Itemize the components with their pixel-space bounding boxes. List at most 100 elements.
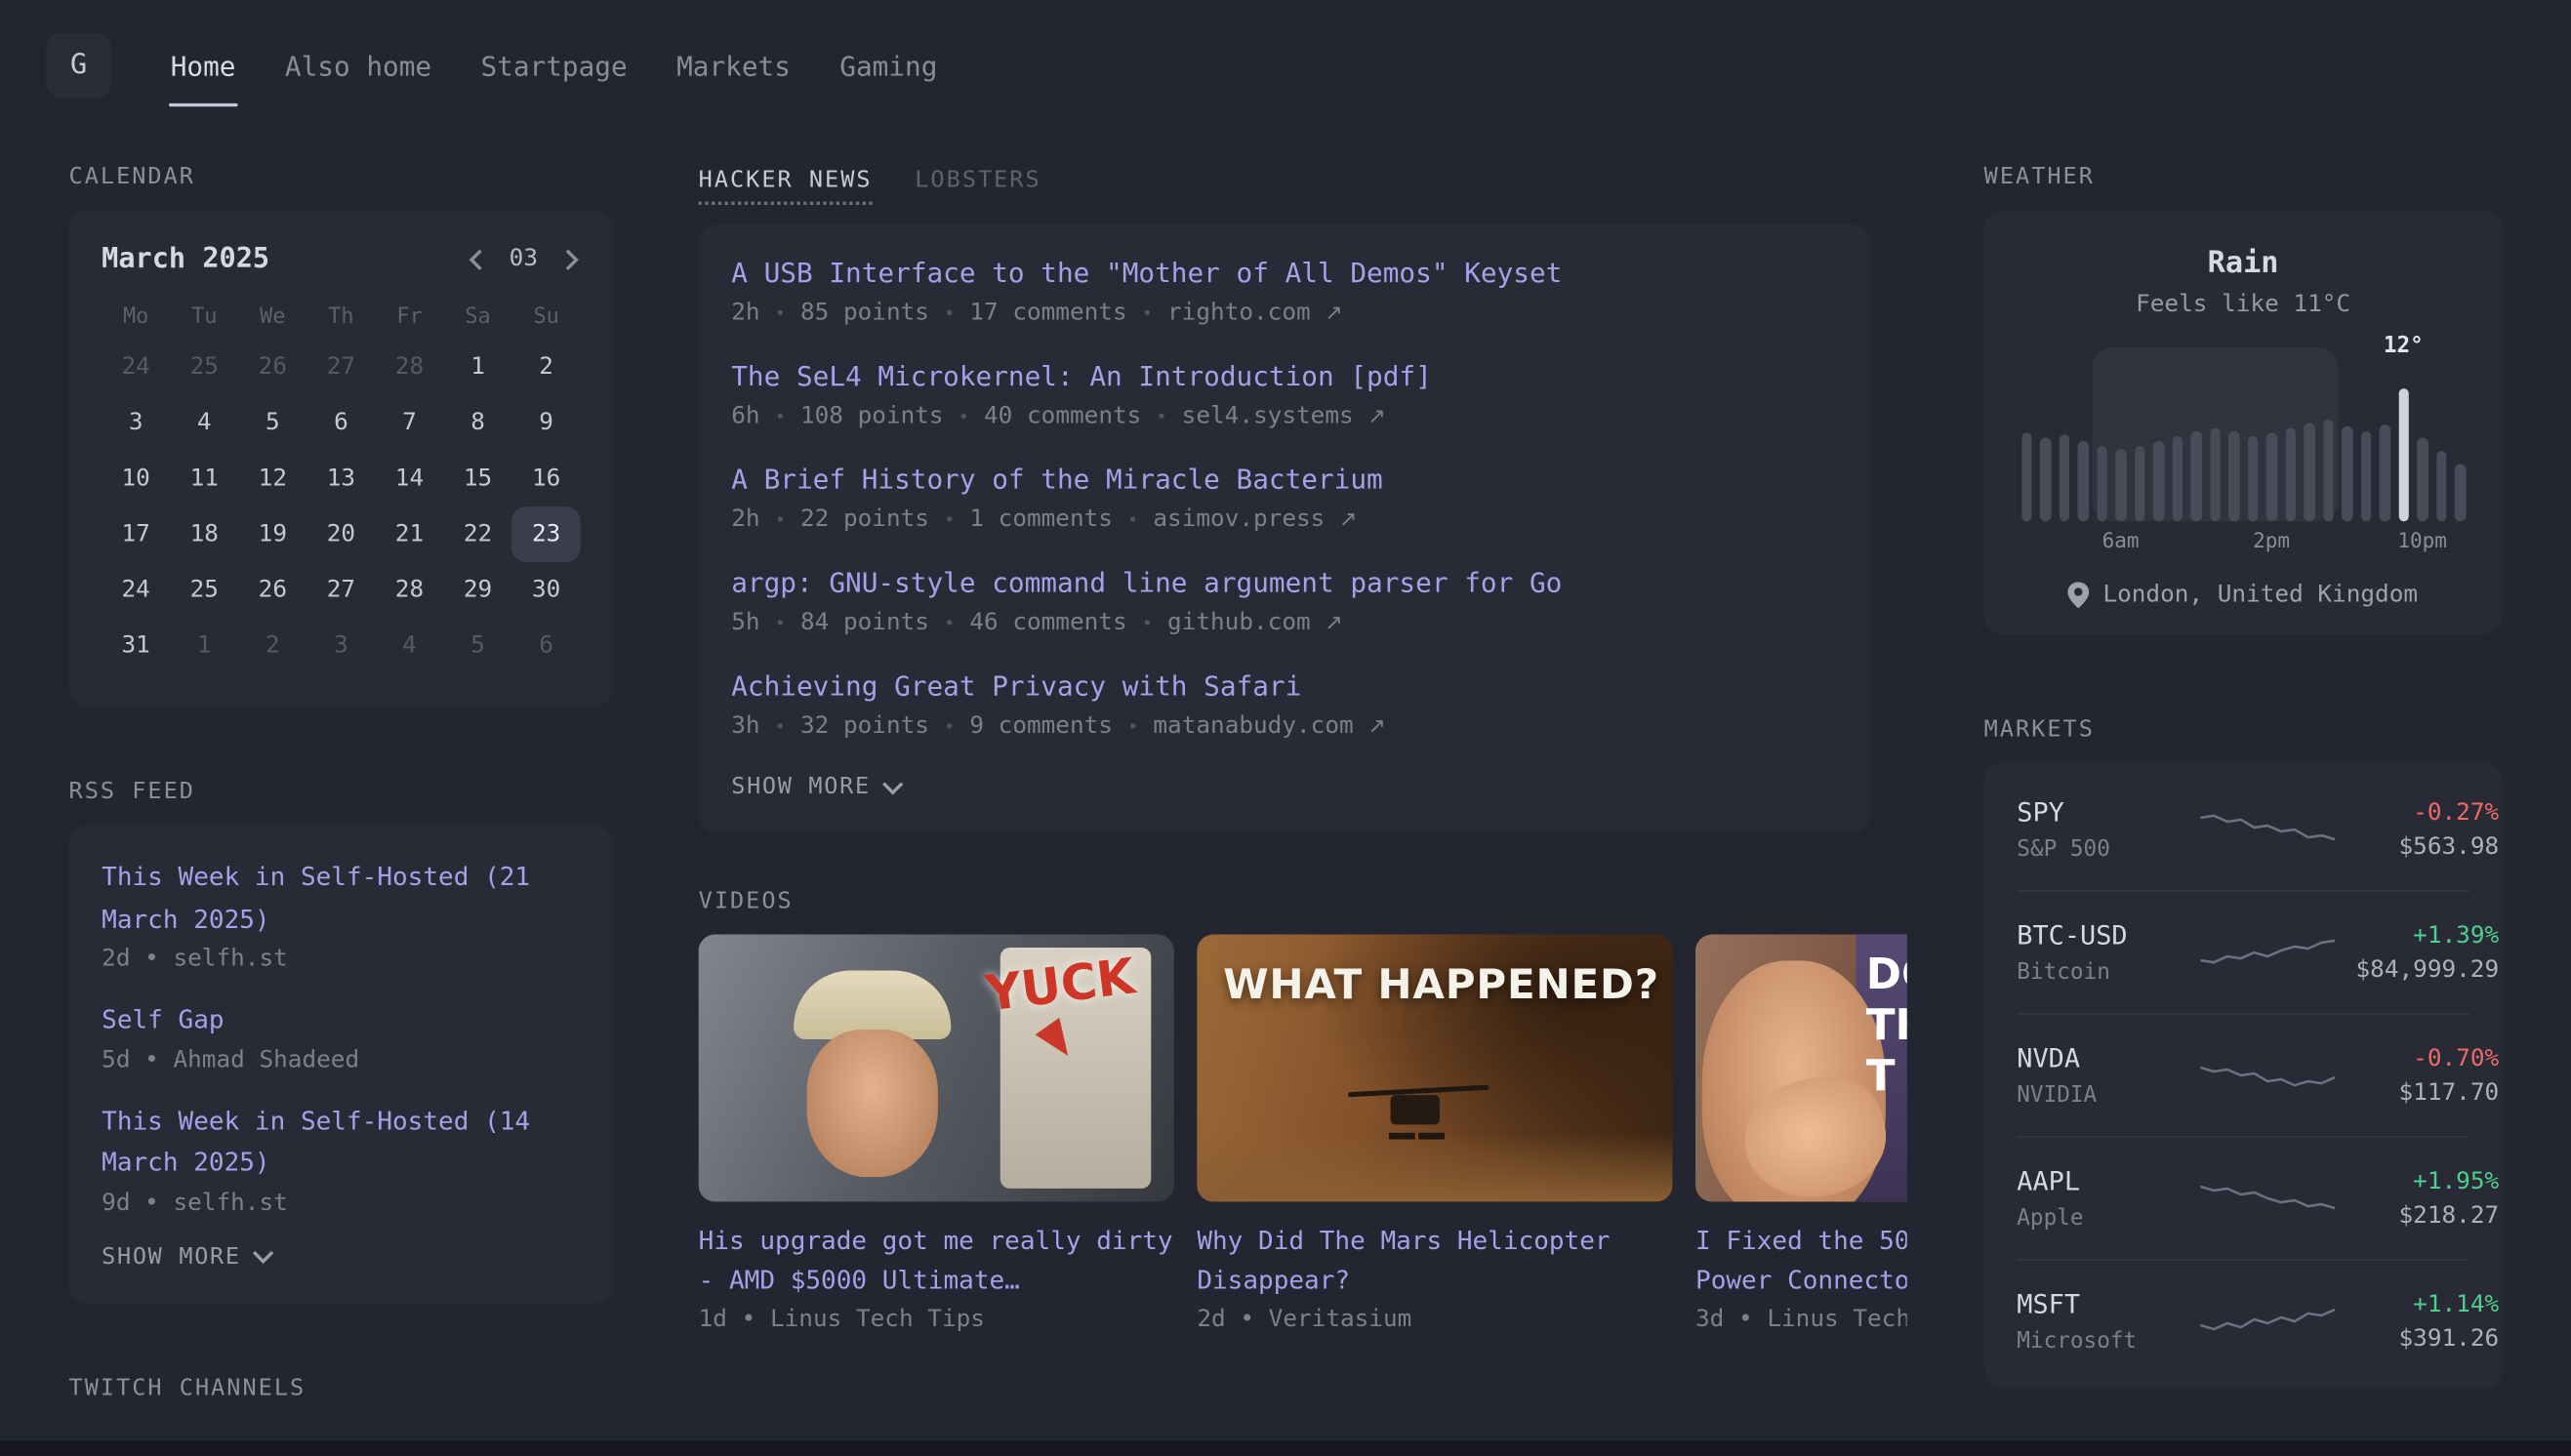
calendar-day[interactable]: 26 <box>238 562 306 618</box>
calendar-day[interactable]: 22 <box>444 506 512 562</box>
news-item-source-link[interactable]: righto.com ↗ <box>1167 300 1343 326</box>
external-link-icon: ↗ <box>1325 302 1342 326</box>
video-thumbnail[interactable]: YUCK <box>699 935 1174 1202</box>
news-item-title[interactable]: Achieving Great Privacy with Safari <box>731 670 1838 702</box>
calendar-day[interactable]: 2 <box>238 618 306 673</box>
news-meta-value: 5h <box>731 610 759 636</box>
calendar-day[interactable]: 24 <box>102 340 170 395</box>
calendar-day-selected[interactable]: 23 <box>512 506 581 562</box>
calendar-day[interactable]: 11 <box>170 451 238 506</box>
calendar-section: CALENDAR March 2025 03 MoTuWeThFrSaSu 24… <box>69 164 614 707</box>
tab-hacker-news[interactable]: HACKER NEWS <box>699 167 873 205</box>
video-thumbnail[interactable]: DO TH T <box>1695 935 1907 1202</box>
market-row-nvda[interactable]: NVDANVIDIA-0.70%$117.70 <box>2017 1013 2469 1136</box>
calendar-day[interactable]: 14 <box>375 451 443 506</box>
calendar-day[interactable]: 10 <box>102 451 170 506</box>
markets-section: MARKETS SPYS&P 500-0.27%$563.98BTC-USDBi… <box>1984 716 2503 1389</box>
calendar-day[interactable]: 26 <box>238 340 306 395</box>
calendar-day[interactable]: 4 <box>375 618 443 673</box>
calendar-day[interactable]: 1 <box>170 618 238 673</box>
bullet-separator: • <box>775 715 786 737</box>
calendar-day[interactable]: 30 <box>512 562 581 618</box>
news-item-source-link[interactable]: github.com ↗ <box>1167 610 1343 636</box>
calendar-prev-button[interactable] <box>467 247 491 271</box>
calendar-day[interactable]: 12 <box>238 451 306 506</box>
video-card: WHAT HAPPENED? Why Did The Mars Helicopte… <box>1197 935 1672 1333</box>
calendar-day[interactable]: 25 <box>170 562 238 618</box>
calendar-day[interactable]: 19 <box>238 506 306 562</box>
calendar-day[interactable]: 5 <box>444 618 512 673</box>
calendar-day[interactable]: 20 <box>306 506 375 562</box>
nav-tab-markets[interactable]: Markets <box>676 0 791 131</box>
weather-hour-bar <box>2097 446 2107 521</box>
market-sparkline <box>2200 805 2335 854</box>
calendar-day[interactable]: 1 <box>444 340 512 395</box>
calendar-day[interactable]: 18 <box>170 506 238 562</box>
nav-tab-home[interactable]: Home <box>171 0 236 131</box>
market-price: $218.27 <box>2335 1202 2499 1229</box>
nav-tab-startpage[interactable]: Startpage <box>480 0 627 131</box>
calendar-month-number: 03 <box>510 246 538 272</box>
calendar-day[interactable]: 24 <box>102 562 170 618</box>
calendar-day[interactable]: 25 <box>170 340 238 395</box>
news-item-source-link[interactable]: asimov.press ↗ <box>1153 506 1357 533</box>
markets-widget: SPYS&P 500-0.27%$563.98BTC-USDBitcoin+1.… <box>1984 762 2503 1389</box>
market-row-btc-usd[interactable]: BTC-USDBitcoin+1.39%$84,999.29 <box>2017 890 2469 1013</box>
rss-item-link[interactable]: This Week in Self-Hosted (21 March 2025) <box>102 858 581 942</box>
news-show-more-button[interactable]: SHOW MORE <box>731 774 1838 800</box>
calendar-day[interactable]: 27 <box>306 340 375 395</box>
tab-lobsters[interactable]: LOBSTERS <box>915 167 1041 193</box>
market-sparkline <box>2200 1297 2335 1346</box>
market-quote-block: +1.14%$391.26 <box>2335 1291 2499 1352</box>
news-item: Achieving Great Privacy with Safari3h•32… <box>731 670 1838 740</box>
app-logo[interactable]: G <box>46 33 111 99</box>
calendar-day[interactable]: 9 <box>512 395 581 451</box>
calendar-day[interactable]: 31 <box>102 618 170 673</box>
calendar-day[interactable]: 28 <box>375 340 443 395</box>
calendar-day[interactable]: 28 <box>375 562 443 618</box>
video-title-link[interactable]: I Fixed the 5090's Melting Power Connect… <box>1695 1222 1907 1301</box>
rss-section: RSS FEED This Week in Self-Hosted (21 Ma… <box>69 779 614 1303</box>
calendar-day[interactable]: 27 <box>306 562 375 618</box>
nav-tab-gaming[interactable]: Gaming <box>839 0 937 131</box>
calendar-day[interactable]: 21 <box>375 506 443 562</box>
calendar-day[interactable]: 3 <box>102 395 170 451</box>
calendar-day[interactable]: 7 <box>375 395 443 451</box>
video-thumbnail[interactable]: WHAT HAPPENED? <box>1197 935 1672 1202</box>
calendar-day[interactable]: 29 <box>444 562 512 618</box>
news-meta-value: 1 comments <box>969 506 1113 533</box>
bullet-separator: • <box>775 509 786 531</box>
calendar-day[interactable]: 3 <box>306 618 375 673</box>
video-title-link[interactable]: Why Did The Mars Helicopter Disappear? <box>1197 1222 1672 1301</box>
news-item-title[interactable]: A USB Interface to the "Mother of All De… <box>731 258 1838 289</box>
calendar-day[interactable]: 15 <box>444 451 512 506</box>
calendar-day[interactable]: 4 <box>170 395 238 451</box>
calendar-day[interactable]: 2 <box>512 340 581 395</box>
rss-show-more-button[interactable]: SHOW MORE <box>102 1244 581 1271</box>
calendar-day[interactable]: 17 <box>102 506 170 562</box>
market-row-msft[interactable]: MSFTMicrosoft+1.14%$391.26 <box>2017 1259 2469 1382</box>
calendar-day[interactable]: 5 <box>238 395 306 451</box>
markets-section-label: MARKETS <box>1984 716 2503 743</box>
market-row-spy[interactable]: SPYS&P 500-0.27%$563.98 <box>2017 769 2469 890</box>
news-item-title[interactable]: A Brief History of the Miracle Bacterium <box>731 464 1838 495</box>
calendar-day[interactable]: 8 <box>444 395 512 451</box>
rss-item-link[interactable]: This Week in Self-Hosted (14 March 2025) <box>102 1101 581 1185</box>
nav-tab-also-home[interactable]: Also home <box>285 0 431 131</box>
calendar-day[interactable]: 16 <box>512 451 581 506</box>
news-item-title[interactable]: argp: GNU-style command line argument pa… <box>731 567 1838 598</box>
market-row-aapl[interactable]: AAPLApple+1.95%$218.27 <box>2017 1136 2469 1259</box>
calendar-day[interactable]: 6 <box>512 618 581 673</box>
calendar-day[interactable]: 6 <box>306 395 375 451</box>
market-name: Apple <box>2017 1205 2200 1232</box>
news-item-source-link[interactable]: sel4.systems ↗ <box>1182 403 1386 429</box>
calendar-day[interactable]: 13 <box>306 451 375 506</box>
weather-location: London, United Kingdom <box>2102 582 2418 608</box>
news-item-title[interactable]: The SeL4 Microkernel: An Introduction [p… <box>731 361 1838 392</box>
video-title-link[interactable]: His upgrade got me really dirty - AMD $5… <box>699 1222 1174 1301</box>
dashboard-page: G HomeAlso homeStartpageMarketsGaming CA… <box>0 0 2571 1456</box>
calendar-next-button[interactable] <box>555 247 580 271</box>
videos-section-label: VIDEOS <box>699 889 1871 915</box>
rss-item-link[interactable]: Self Gap <box>102 1000 581 1042</box>
news-item-source-link[interactable]: matanabudy.com ↗ <box>1153 713 1385 740</box>
